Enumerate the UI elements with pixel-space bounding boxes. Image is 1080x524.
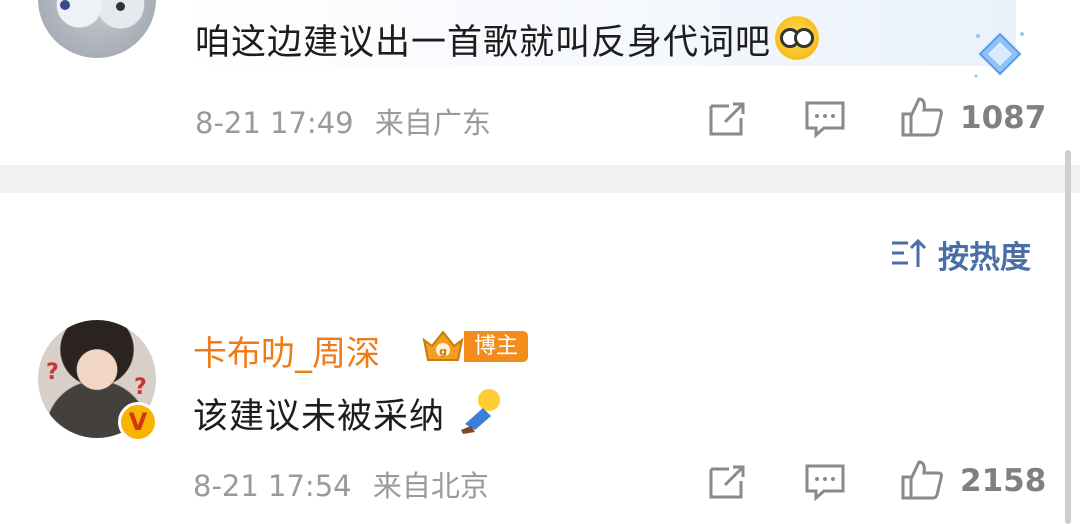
comment-time: 8-21 17:49 [195, 106, 354, 140]
sort-label: 按热度 [938, 239, 1031, 276]
username[interactable]: 卡布叻_周深 [193, 326, 380, 375]
comment-item: 咱这边建议出一首歌就叫反身代词吧 8-21 17:49 来自广东 1087 [0, 0, 1080, 165]
comment-location: 来自北京 [372, 469, 489, 503]
comment-text: 咱这边建议出一首歌就叫反身代词吧 [195, 14, 820, 65]
comment-meta: 8-21 17:49 来自广东 [195, 100, 491, 142]
like-count: 2158 [960, 463, 1047, 499]
repost-icon[interactable] [707, 100, 749, 138]
comment-meta: 8-21 17:54 来自北京 [193, 463, 489, 505]
sleeping-person-icon [461, 389, 501, 434]
repost-icon[interactable] [707, 463, 749, 501]
scrollbar[interactable] [1065, 150, 1071, 524]
like-icon[interactable] [900, 96, 944, 138]
crown-badge-icon: g [422, 330, 464, 361]
comment-location: 来自广东 [374, 106, 491, 140]
blogger-badge: 博主 [464, 331, 529, 362]
comment-icon[interactable] [804, 463, 846, 501]
verified-badge-icon: V [118, 402, 158, 442]
svg-text:g: g [439, 345, 447, 358]
like-icon[interactable] [900, 459, 944, 501]
comment-time: 8-21 17:54 [193, 469, 352, 503]
diamond-decoration-icon [974, 32, 1024, 78]
sort-by-hot-button[interactable]: 按热度 [890, 234, 1031, 276]
sort-icon [892, 238, 927, 267]
divider [0, 165, 1080, 193]
glasses-face-icon [775, 16, 820, 60]
comment-icon[interactable] [804, 100, 846, 138]
like-count: 1087 [960, 100, 1047, 136]
avatar[interactable] [38, 0, 156, 58]
comment-text: 该建议未被采纳 [193, 386, 507, 439]
